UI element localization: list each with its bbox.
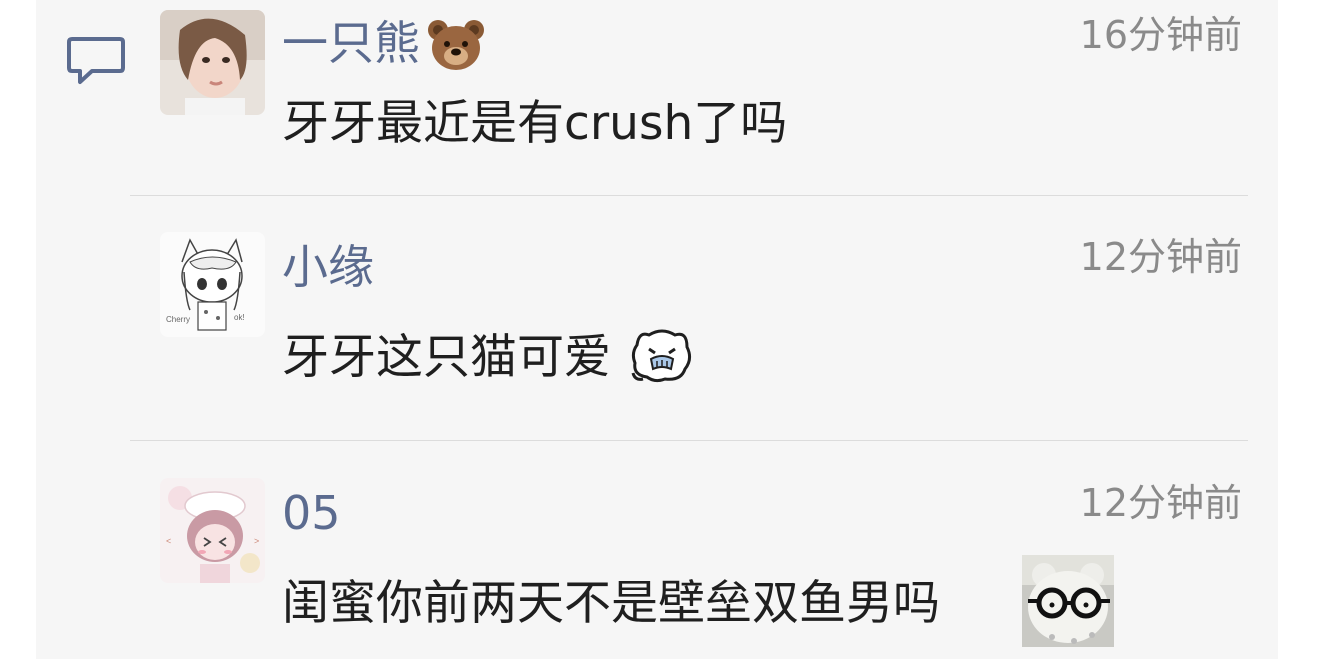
avatar[interactable]: < > <box>160 478 265 583</box>
glasses-bear-sticker <box>1022 555 1114 647</box>
anime-catgirl-sketch-avatar: Cherry ok! <box>160 232 265 337</box>
username[interactable]: 一只熊 <box>282 19 486 72</box>
timestamp: 16分钟前 <box>1079 13 1242 57</box>
crying-cat-sticker <box>631 329 692 382</box>
svg-text:<: < <box>166 536 171 546</box>
username[interactable]: 05 <box>282 490 341 536</box>
username[interactable]: 小缘 <box>282 244 374 290</box>
comment-text: 牙牙最近是有crush了吗 <box>282 96 788 151</box>
pink-anime-girl-avatar: < > <box>160 478 265 583</box>
divider <box>130 440 1248 441</box>
comment-text: 闺蜜你前两天不是壁垒双鱼男吗 <box>282 576 940 631</box>
comment-bubble-icon[interactable] <box>66 34 126 88</box>
avatar[interactable] <box>160 10 265 115</box>
girl-photo-avatar <box>160 10 265 115</box>
timestamp: 12分钟前 <box>1079 235 1242 279</box>
avatar[interactable]: Cherry ok! <box>160 232 265 337</box>
svg-text:ok!: ok! <box>234 313 245 322</box>
timestamp: 12分钟前 <box>1079 481 1242 525</box>
svg-text:>: > <box>254 536 259 546</box>
bear-face-emoji <box>428 19 484 70</box>
divider <box>130 195 1248 196</box>
svg-text:Cherry: Cherry <box>166 315 190 324</box>
comment-text: 牙牙这只猫可爱 <box>282 329 695 385</box>
